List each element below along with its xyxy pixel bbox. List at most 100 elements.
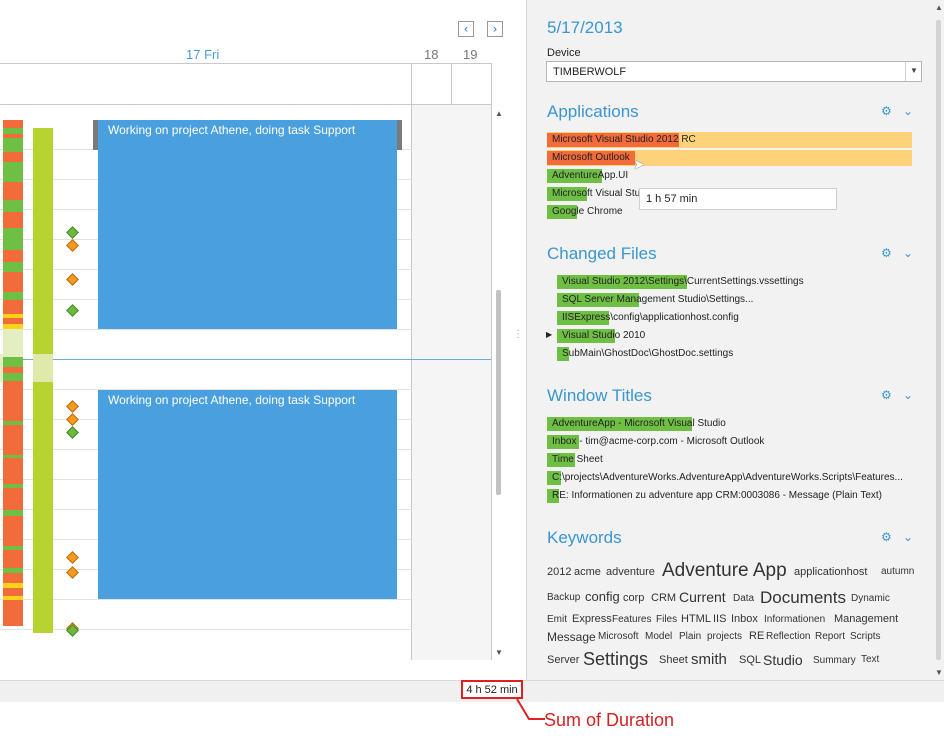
keyword-tag[interactable]: Sheet <box>659 654 688 666</box>
keyword-tag[interactable]: smith <box>691 651 727 668</box>
keyword-tag[interactable]: Scripts <box>850 631 881 642</box>
keyword-tag[interactable]: acme <box>574 566 601 578</box>
scrollbar-thumb[interactable] <box>936 20 941 660</box>
activity-segment <box>3 292 23 300</box>
activity-segment <box>3 162 23 182</box>
milestone-diamond[interactable] <box>66 551 79 564</box>
keyword-tag[interactable]: Files <box>656 614 677 625</box>
milestone-diamond[interactable] <box>66 413 79 426</box>
chevron-down-icon[interactable]: ▼ <box>910 66 918 75</box>
app-item[interactable]: Microsoft Visual Studio 2012 RC <box>547 133 696 147</box>
keyword-tag[interactable]: Report <box>815 631 845 642</box>
milestone-diamond[interactable] <box>66 273 79 286</box>
activity-bar[interactable] <box>33 382 53 633</box>
keyword-tag[interactable]: Text <box>861 654 879 665</box>
activity-strip[interactable] <box>3 120 23 633</box>
keyword-tag[interactable]: HTML <box>681 613 711 625</box>
scroll-up-icon[interactable]: ▲ <box>933 3 944 12</box>
milestone-diamond[interactable] <box>66 226 79 239</box>
window-title-item[interactable]: C:\projects\AdventureWorks.AdventureApp\… <box>547 471 903 485</box>
scroll-up-icon[interactable]: ▲ <box>493 109 505 118</box>
day-header-19[interactable]: 19 <box>463 47 477 62</box>
window-title-item[interactable]: AdventureApp - Microsoft Visual Studio <box>547 417 726 431</box>
keyword-tag[interactable]: SQL <box>739 654 761 666</box>
keyword-tag[interactable]: projects <box>707 631 742 642</box>
window-title-item[interactable]: Inbox - tim@acme-corp.com - Microsoft Ou… <box>547 435 764 449</box>
file-item[interactable]: Visual Studio 2012\Settings\CurrentSetti… <box>557 275 804 289</box>
keyword-tag[interactable]: adventure <box>606 566 655 578</box>
file-item[interactable]: SQL Server Management Studio\Settings... <box>557 293 753 307</box>
keyword-tag[interactable]: Adventure App <box>662 560 787 582</box>
day-header-18[interactable]: 18 <box>424 47 438 62</box>
keyword-tag[interactable]: CRM <box>651 592 676 604</box>
keyword-tag[interactable]: Current <box>679 589 726 605</box>
pane-scrollbar[interactable]: ▲ ▼ <box>933 0 944 680</box>
keyword-tag[interactable]: Plain <box>679 631 701 642</box>
keyword-tag[interactable]: Model <box>645 631 672 642</box>
calendar-event[interactable]: Working on project Athene, doing task Su… <box>98 120 397 329</box>
keyword-tag[interactable]: IIS <box>713 613 726 625</box>
keyword-tag[interactable]: corp <box>623 592 644 604</box>
keyword-tag[interactable]: RE <box>749 630 764 642</box>
keyword-tag[interactable]: Documents <box>760 588 846 608</box>
activity-segment <box>3 200 23 212</box>
scroll-down-icon[interactable]: ▼ <box>933 668 944 677</box>
chevron-down-icon[interactable]: ⌄ <box>903 246 913 260</box>
keyword-tag[interactable]: Studio <box>763 652 803 668</box>
file-item[interactable]: Visual Studio 2010 <box>557 329 645 343</box>
keyword-tag[interactable]: Express <box>572 613 612 625</box>
expand-arrow-icon[interactable]: ▶ <box>546 330 552 339</box>
device-select[interactable]: TIMBERWOLF ▼ <box>546 61 922 82</box>
app-item[interactable]: Microsoft Outlook <box>547 151 635 165</box>
milestone-diamond[interactable] <box>66 239 79 252</box>
activity-segment <box>3 182 23 200</box>
keyword-tag[interactable]: config <box>585 589 620 604</box>
milestone-diamond[interactable] <box>66 426 79 439</box>
keyword-tag[interactable]: Informationen <box>764 614 825 625</box>
keyword-tag[interactable]: Emit <box>547 614 567 625</box>
keyword-tag[interactable]: Message <box>547 630 596 644</box>
calendar-scrollbar[interactable]: ▲ ▼ <box>492 105 506 660</box>
file-item[interactable]: IISExpress\config\applicationhost.config <box>557 311 739 325</box>
file-item[interactable]: SubMain\GhostDoc\GhostDoc.settings <box>557 347 733 361</box>
day-header-17[interactable]: 17 Fri <box>186 47 219 62</box>
milestone-diamond[interactable] <box>66 400 79 413</box>
chevron-down-icon[interactable]: ⌄ <box>903 388 913 402</box>
keyword-tag[interactable]: Settings <box>583 649 648 670</box>
chevron-down-icon[interactable]: ⌄ <box>903 104 913 118</box>
splitter-grip-icon[interactable]: ⋮ <box>513 330 523 347</box>
next-day-button[interactable]: › <box>487 21 503 37</box>
gear-icon[interactable]: ⚙ <box>881 530 892 544</box>
keyword-tag[interactable]: Features <box>612 614 651 625</box>
gear-icon[interactable]: ⚙ <box>881 104 892 118</box>
calendar-event[interactable]: Working on project Athene, doing task Su… <box>98 390 397 599</box>
keyword-tag[interactable]: Reflection <box>766 631 810 642</box>
gear-icon[interactable]: ⚙ <box>881 246 892 260</box>
window-title-item[interactable]: RE: Informationen zu adventure app CRM:0… <box>547 489 882 503</box>
app-item[interactable]: Google Chrome <box>547 205 623 219</box>
keyword-tag[interactable]: Server <box>547 654 579 666</box>
gear-icon[interactable]: ⚙ <box>881 388 892 402</box>
activity-segment <box>3 550 23 568</box>
window-title-item[interactable]: Time Sheet <box>547 453 603 467</box>
previous-day-button[interactable]: ‹ <box>458 21 474 37</box>
scrollbar-thumb[interactable] <box>496 290 501 495</box>
activity-segment <box>3 488 23 510</box>
keyword-tag[interactable]: Inbox <box>731 613 758 625</box>
chevron-down-icon[interactable]: ⌄ <box>903 530 913 544</box>
app-item[interactable]: AdventureApp.UI <box>547 169 628 183</box>
keyword-tag[interactable]: applicationhost <box>794 566 867 578</box>
keyword-tag[interactable]: Management <box>834 613 898 625</box>
other-days-area[interactable] <box>412 105 491 660</box>
keyword-tag[interactable]: autumn <box>881 566 914 577</box>
keyword-tag[interactable]: Microsoft <box>598 631 639 642</box>
keyword-tag[interactable]: Backup <box>547 592 580 603</box>
keyword-tag[interactable]: Data <box>733 593 754 604</box>
scroll-down-icon[interactable]: ▼ <box>493 648 505 657</box>
activity-bar[interactable] <box>33 128 53 354</box>
milestone-diamond[interactable] <box>66 304 79 317</box>
keyword-tag[interactable]: Summary <box>813 655 856 666</box>
app-item[interactable]: Microsoft Visual Stu <box>547 187 640 201</box>
keyword-tag[interactable]: 2012 <box>547 566 571 578</box>
keyword-tag[interactable]: Dynamic <box>851 593 890 604</box>
